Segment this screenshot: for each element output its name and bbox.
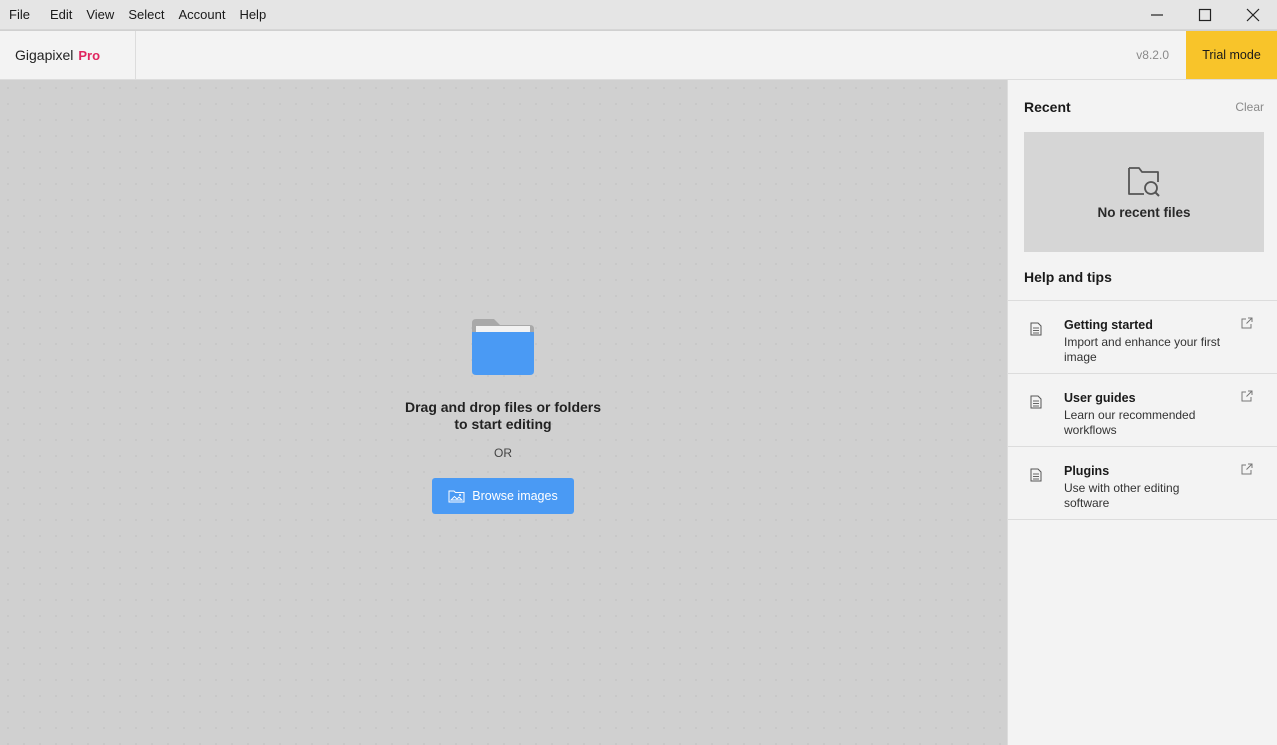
brand-logo: Gigapixel Pro bbox=[0, 31, 136, 79]
folder-search-icon bbox=[1128, 167, 1160, 197]
help-item-desc: Use with other editing software bbox=[1064, 481, 1180, 510]
dropzone: Drag and drop files or folders to start … bbox=[403, 317, 603, 514]
document-icon bbox=[1030, 468, 1042, 482]
minimize-icon bbox=[1151, 13, 1163, 16]
help-item-desc: Learn our recommended workflows bbox=[1064, 408, 1196, 437]
app-name: Gigapixel bbox=[15, 47, 74, 63]
menu-file[interactable]: File bbox=[2, 0, 43, 29]
menu-bar: File Edit View Select Account Help bbox=[0, 0, 1277, 30]
sidebar: Recent Clear No recent files Help and ti… bbox=[1007, 80, 1277, 745]
help-item-plugins[interactable]: Plugins Use with other editing software bbox=[1008, 447, 1277, 520]
help-item-desc: Import and enhance your first image bbox=[1064, 335, 1221, 364]
browse-images-button[interactable]: Browse images bbox=[432, 478, 574, 514]
folder-icon bbox=[472, 319, 534, 375]
app-tier: Pro bbox=[78, 47, 101, 63]
drop-title: Drag and drop files or folders to start … bbox=[404, 399, 602, 432]
maximize-icon bbox=[1198, 8, 1212, 21]
version-label: v8.2.0 bbox=[1136, 48, 1169, 62]
drop-workspace[interactable]: Drag and drop files or folders to start … bbox=[0, 80, 1007, 745]
help-item-title: Getting started bbox=[1064, 318, 1153, 332]
help-item-title: Plugins bbox=[1064, 464, 1110, 478]
menu-account[interactable]: Account bbox=[171, 0, 232, 29]
help-list: Getting started Import and enhance your … bbox=[1008, 300, 1277, 520]
clear-recent-button[interactable]: Clear bbox=[1235, 100, 1264, 114]
help-item-user-guides[interactable]: User guides Learn our recommended workfl… bbox=[1008, 374, 1277, 447]
maximize-button[interactable] bbox=[1181, 0, 1229, 29]
menu: File Edit View Select Account Help bbox=[0, 0, 273, 29]
close-button[interactable] bbox=[1229, 0, 1277, 29]
menu-edit[interactable]: Edit bbox=[43, 0, 79, 29]
recent-title: Recent bbox=[1024, 99, 1071, 115]
browse-images-label: Browse images bbox=[472, 489, 558, 503]
menu-select[interactable]: Select bbox=[121, 0, 171, 29]
minimize-button[interactable] bbox=[1133, 0, 1181, 29]
help-item-getting-started[interactable]: Getting started Import and enhance your … bbox=[1008, 301, 1277, 374]
recent-header: Recent Clear bbox=[1024, 99, 1264, 115]
recent-files-panel: No recent files bbox=[1024, 132, 1264, 252]
window-controls bbox=[1133, 0, 1277, 29]
close-icon bbox=[1246, 8, 1260, 21]
app-header: Gigapixel Pro v8.2.0 Trial mode bbox=[0, 31, 1277, 80]
trial-mode-button[interactable]: Trial mode bbox=[1186, 31, 1277, 79]
no-recent-files: No recent files bbox=[1097, 205, 1191, 220]
help-item-title: User guides bbox=[1064, 391, 1136, 405]
external-link-icon bbox=[1241, 317, 1253, 329]
external-link-icon bbox=[1241, 463, 1253, 475]
image-folder-icon bbox=[448, 490, 465, 503]
menu-view[interactable]: View bbox=[79, 0, 121, 29]
menu-help[interactable]: Help bbox=[232, 0, 273, 29]
external-link-icon bbox=[1241, 390, 1253, 402]
document-icon bbox=[1030, 395, 1042, 409]
or-divider: OR bbox=[494, 446, 512, 460]
document-icon bbox=[1030, 322, 1042, 336]
help-title: Help and tips bbox=[1024, 269, 1112, 285]
